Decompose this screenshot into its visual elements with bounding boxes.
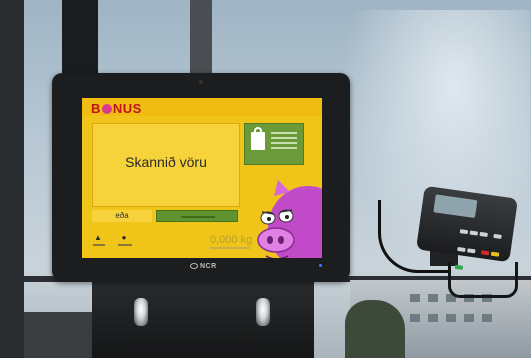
window-sill-lower — [24, 312, 94, 358]
scanner-light-left — [134, 298, 148, 326]
terminal-display — [433, 194, 478, 219]
card-payment-terminal[interactable] — [416, 185, 518, 270]
bag-button[interactable] — [244, 123, 304, 165]
shopping-bag-icon — [251, 127, 265, 150]
ncr-logo: NCR — [190, 263, 217, 270]
camera-dot — [199, 80, 203, 84]
window-mullion-center — [190, 0, 212, 76]
language-icon[interactable]: ● — [120, 234, 128, 242]
logo-piggy-o — [101, 104, 112, 114]
scale-weight-caption — [210, 247, 250, 249]
help-label — [93, 244, 105, 246]
background-tree — [345, 300, 405, 358]
store-logo: B NUS — [91, 101, 142, 116]
scale-weight: 0,000 kg — [210, 234, 253, 246]
or-label: eða — [115, 211, 129, 220]
scan-prompt-text: Skannið vöru — [125, 154, 207, 170]
window-frame-left — [0, 0, 24, 358]
scanner-light-right — [256, 298, 270, 326]
lookup-item-button[interactable] — [156, 210, 238, 222]
piggy-bank-mascot — [257, 180, 322, 258]
kiosk-screen[interactable]: B NUS Skannið vöru eða ▲ ● 0,000 kg — [82, 98, 322, 258]
scan-prompt-panel[interactable]: Skannið vöru — [92, 123, 240, 207]
kiosk-photo: B NUS Skannið vöru eða ▲ ● 0,000 kg NCR — [0, 0, 531, 358]
terminal-keypad[interactable] — [453, 221, 510, 281]
window-mullion-left — [62, 0, 98, 80]
or-label-bar: eða — [92, 210, 152, 222]
language-label — [118, 244, 132, 246]
scanner-pedestal — [92, 272, 314, 358]
power-led — [319, 264, 322, 267]
help-icon[interactable]: ▲ — [94, 234, 102, 242]
bag-button-text — [271, 132, 297, 152]
kiosk-monitor: B NUS Skannið vöru eða ▲ ● 0,000 kg NCR — [52, 73, 350, 281]
